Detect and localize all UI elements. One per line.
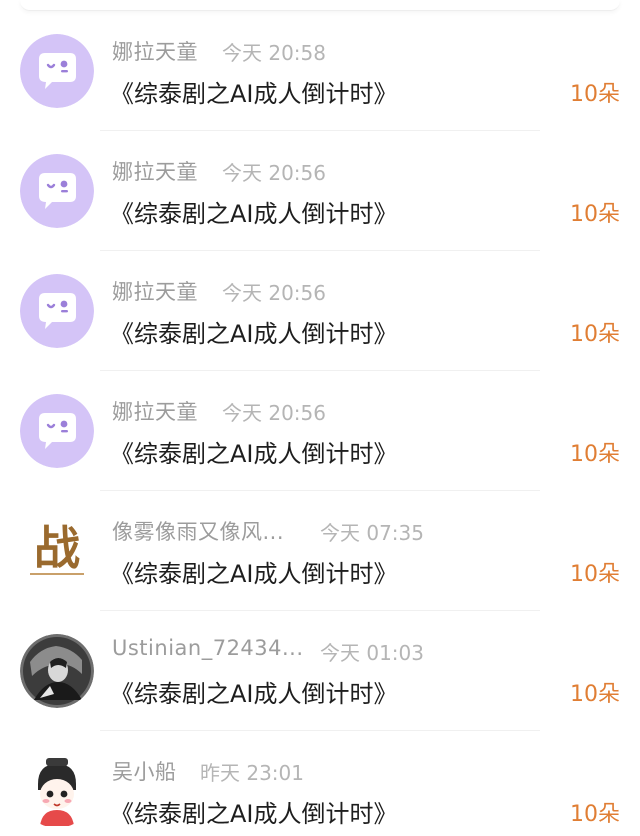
gift-list-screen: 娜拉天童 今天 20:58 《综泰剧之AI成人倒计时》 10朵 娜拉天童 今天 … (0, 0, 640, 836)
default-avatar-icon[interactable] (20, 34, 94, 108)
book-title[interactable]: 《综泰剧之AI成人倒计时》 (110, 434, 398, 469)
book-title[interactable]: 《综泰剧之AI成人倒计时》 (110, 74, 398, 109)
timestamp: 今天 01:03 (320, 641, 424, 665)
user-name[interactable]: 像雾像雨又像风... (112, 516, 284, 546)
flower-count: 10朵 (570, 442, 620, 467)
timestamp: 今天 20:56 (222, 161, 326, 185)
flower-count: 10朵 (570, 562, 620, 587)
book-title[interactable]: 《综泰剧之AI成人倒计时》 (110, 194, 398, 229)
user-name[interactable]: 娜拉天童 (112, 396, 198, 426)
user-name[interactable]: Ustinian_72434... (112, 636, 304, 660)
timestamp: 今天 07:35 (320, 521, 424, 545)
default-avatar-icon[interactable] (20, 394, 94, 468)
flower-count: 10朵 (570, 682, 620, 707)
user-name[interactable]: 娜拉天童 (112, 156, 198, 186)
flower-count: 10朵 (570, 802, 620, 827)
list-item[interactable]: 战 像雾像雨又像风... 今天 07:35 《综泰剧之AI成人倒计时》 10朵 (0, 480, 640, 611)
list-item[interactable]: 娜拉天童 今天 20:56 《综泰剧之AI成人倒计时》 10朵 (0, 240, 640, 371)
flower-count: 10朵 (570, 322, 620, 347)
photo-avatar[interactable] (20, 634, 94, 708)
list-item[interactable]: 娜拉天童 今天 20:58 《综泰剧之AI成人倒计时》 10朵 (0, 0, 640, 131)
list-item[interactable]: 娜拉天童 今天 20:56 《综泰剧之AI成人倒计时》 10朵 (0, 120, 640, 251)
cartoon-avatar[interactable] (20, 754, 94, 828)
user-name[interactable]: 吴小船 (112, 756, 177, 786)
list-item[interactable]: 娜拉天童 今天 20:56 《综泰剧之AI成人倒计时》 10朵 (0, 360, 640, 491)
book-title[interactable]: 《综泰剧之AI成人倒计时》 (110, 674, 398, 709)
default-avatar-icon[interactable] (20, 154, 94, 228)
timestamp: 昨天 23:01 (200, 761, 304, 785)
calligraphy-avatar[interactable]: 战 (20, 514, 94, 588)
flower-count: 10朵 (570, 82, 620, 107)
list-item[interactable]: Ustinian_72434... 今天 01:03 《综泰剧之AI成人倒计时》… (0, 600, 640, 731)
list-item[interactable]: 吴小船 昨天 23:01 《综泰剧之AI成人倒计时》 10朵 (0, 720, 640, 836)
timestamp: 今天 20:56 (222, 401, 326, 425)
default-avatar-icon[interactable] (20, 274, 94, 348)
book-title[interactable]: 《综泰剧之AI成人倒计时》 (110, 314, 398, 349)
timestamp: 今天 20:56 (222, 281, 326, 305)
user-name[interactable]: 娜拉天童 (112, 36, 198, 66)
book-title[interactable]: 《综泰剧之AI成人倒计时》 (110, 794, 398, 829)
book-title[interactable]: 《综泰剧之AI成人倒计时》 (110, 554, 398, 589)
flower-count: 10朵 (570, 202, 620, 227)
user-name[interactable]: 娜拉天童 (112, 276, 198, 306)
timestamp: 今天 20:58 (222, 41, 326, 65)
calligraphy-char: 战 (34, 521, 80, 575)
